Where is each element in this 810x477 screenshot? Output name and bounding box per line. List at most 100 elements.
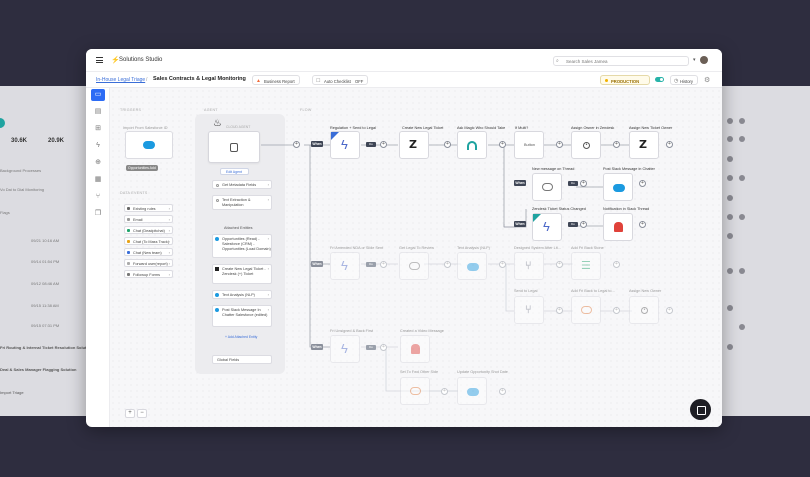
background-date: 09/15 11:38 AM [31,303,59,308]
background-stat-2: 20.9K [48,138,65,144]
background-date: 09/21 10:16 AM [31,238,60,243]
add-step-button[interactable]: + [441,388,448,395]
avatar [727,214,733,220]
avatar [739,175,745,181]
user-icon: • [641,307,648,314]
flow-node[interactable]: Button [514,131,544,159]
add-step-button[interactable]: + [499,141,506,148]
add-step-button[interactable]: + [499,388,506,395]
flow-node[interactable]: ☰ [571,252,601,280]
flow-node[interactable]: ϟ [330,335,360,363]
flag-icon [533,214,541,222]
node-title: Create New Legal Ticket [402,126,444,130]
chat-help-button[interactable] [690,399,711,420]
zoom-out-button[interactable]: − [137,409,147,418]
user-icon: • [583,142,590,149]
flow-node[interactable] [571,296,601,324]
background-date: 09/14 01:54 PM [31,259,60,264]
add-step-button[interactable]: + [639,221,646,228]
flow-node[interactable] [400,377,430,405]
add-step-button[interactable]: + [444,261,451,268]
flow-node[interactable]: Z [629,131,659,159]
add-step-button[interactable]: + [556,261,563,268]
node-title: Get Legal To Review [399,246,434,250]
node-title: Add Fri Back Stone [571,246,604,250]
list-icon: ☰ [581,259,591,272]
branch-icon: ⑂ [525,259,532,272]
do-label: Do [366,345,376,350]
add-step-button[interactable]: + [666,141,673,148]
node-title: Notification in Slack Thread [603,207,650,211]
background-right-panel [722,86,810,416]
node-title: Post Slack Message in Chatter [603,167,655,171]
when-label: When [514,180,526,186]
background-item: Background Processes [0,168,42,173]
flow-node[interactable] [457,131,487,159]
add-step-button[interactable]: + [613,307,620,314]
flow-node[interactable]: ϟ [330,131,360,159]
add-step-button[interactable]: + [499,261,506,268]
flow-node[interactable] [457,252,487,280]
avatar [739,268,745,274]
node-title: Ask Magic Who Should Take [457,126,506,130]
add-step-button[interactable]: + [666,307,673,314]
background-stat-1: 30.6K [11,138,28,144]
do-label: Do [366,262,376,267]
zoom-in-button[interactable]: + [125,409,135,418]
node-title: Fri Unsigned & Back First [330,329,374,333]
flow-node[interactable] [400,335,430,363]
flow-node[interactable]: • [571,131,601,159]
flow-node[interactable] [399,252,429,280]
add-step-button[interactable]: + [613,141,620,148]
flow-node[interactable]: ⑂ [514,252,544,280]
add-step-button[interactable]: + [580,180,587,187]
add-step-button[interactable]: + [380,344,387,351]
avatar [727,344,733,350]
node-title: Set To Fwd Other Side [400,370,439,374]
node-title: Assign Owner in Zendesk [571,126,615,130]
lightning-icon: ϟ [341,258,348,273]
avatar [739,214,745,220]
flow-node[interactable]: • [629,296,659,324]
background-item: Deal & Sales Manager Flagging Solution [0,367,77,372]
add-step-button[interactable]: + [444,141,451,148]
add-step-button[interactable]: + [556,307,563,314]
flow-node[interactable]: ϟ [330,252,360,280]
add-step-button[interactable]: + [380,141,387,148]
flow-node[interactable] [457,377,487,405]
node-title: Assign New Owner [629,289,662,293]
flow-node[interactable] [603,213,633,241]
background-item: Fri Routing & Internal Ticket Resolution… [0,345,95,350]
message-icon [410,387,421,395]
add-step-button[interactable]: + [556,141,563,148]
when-label: When [311,261,323,267]
avatar [727,156,733,162]
node-title: Text Analysis (NLP) [457,246,490,250]
node-title: Created a Video Message [400,329,444,333]
avatar [739,324,745,330]
do-label: Do [366,142,376,147]
add-step-button[interactable]: + [639,180,646,187]
add-step-button[interactable]: + [613,261,620,268]
add-step-button[interactable]: + [293,141,300,148]
flow-node[interactable]: Z [399,131,429,159]
when-label: When [514,221,526,227]
avatar [727,118,733,124]
brain-icon [467,263,479,271]
message-icon [581,306,592,314]
flow-node[interactable] [603,173,633,201]
node-title: Update Opportunity Shot Date [457,370,508,374]
add-step-button[interactable]: + [380,261,387,268]
flow-node[interactable]: ϟ [532,213,562,241]
node-title: New message on Thread [532,167,575,171]
branch-icon: ⑂ [525,303,532,316]
lightning-icon: ϟ [543,219,550,234]
add-step-button[interactable]: + [580,221,587,228]
flow-node[interactable] [532,173,562,201]
button-node-label: Button [524,143,535,147]
node-title: Fri Amended NDA or Slide Sent [330,246,384,250]
node-title: If Multi? [515,126,529,130]
avatar [739,136,745,142]
flow-node[interactable]: ⑂ [514,296,544,324]
workflow-window: ⚡ Solutions Studio ⌕ Search Sales Jamea … [86,49,722,427]
